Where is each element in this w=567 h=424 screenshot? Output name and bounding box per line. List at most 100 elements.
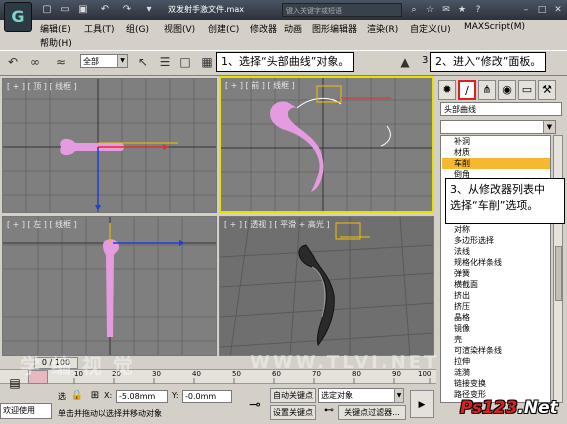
- minimize-icon[interactable]: –: [520, 4, 532, 16]
- chevron-down-icon: ▼: [117, 55, 127, 67]
- modifier-item[interactable]: 规格化样条线: [454, 257, 502, 268]
- key-filter-icon[interactable]: ⊷: [322, 405, 336, 420]
- modifier-item[interactable]: 壳: [454, 334, 462, 345]
- close-icon[interactable]: ✕: [552, 4, 564, 16]
- communication-icon[interactable]: ✉: [440, 4, 452, 16]
- scrollbar-thumb[interactable]: [555, 246, 562, 301]
- menu-customize[interactable]: 自定义(U): [410, 22, 451, 35]
- utilities-tab-icon[interactable]: ⚒: [538, 80, 556, 100]
- selection-filter-value: 全部: [83, 57, 99, 66]
- display-tab-icon[interactable]: ▭: [518, 80, 536, 100]
- absolute-mode-icon[interactable]: ⊞: [88, 390, 102, 404]
- ps123-watermark: Ps123.Net: [460, 398, 558, 418]
- lock-selection-icon[interactable]: 🔒: [70, 390, 84, 404]
- select-object-icon[interactable]: ↖: [134, 53, 152, 71]
- prompt-left: 欢迎使用: [0, 403, 52, 419]
- modifier-item[interactable]: 补洞: [454, 136, 470, 147]
- callout-step-1: 1、选择“头部曲线”对象。: [216, 52, 355, 72]
- menu-maxscript[interactable]: MAXScript(M): [464, 22, 525, 32]
- menu-views[interactable]: 视图(V): [164, 22, 195, 35]
- viewport-perspective-canvas: [220, 217, 433, 355]
- modifier-item[interactable]: 晶格: [454, 312, 470, 323]
- menu-group[interactable]: 组(G): [126, 22, 149, 35]
- y-coordinate-field[interactable]: -0.0mm: [182, 390, 232, 403]
- undo-icon[interactable]: ↶: [98, 3, 112, 16]
- modifier-item[interactable]: 弹簧: [454, 268, 470, 279]
- modifier-list-scrollbar[interactable]: [553, 135, 563, 403]
- callout-step-3-line-1: 3、从修改器列表中: [450, 183, 545, 196]
- key-mode-dropdown[interactable]: 选定对象: [318, 388, 404, 403]
- modifier-item[interactable]: 可渲染样条线: [454, 345, 502, 356]
- set-key-icon[interactable]: ⊸: [244, 394, 266, 416]
- menu-graph-editors[interactable]: 图形编辑器: [312, 22, 357, 35]
- title-bar: ▢ ▭ ▣ ↶ ↷ ▾ 双发射手激文件.max 键入关键字或短语 ⌕ ☆ ✉ ★…: [0, 0, 567, 20]
- playback-controls-icon[interactable]: ▶: [410, 390, 434, 418]
- search-input[interactable]: 键入关键字或短语: [282, 3, 402, 17]
- y-label: Y:: [172, 391, 179, 400]
- tick-label: 40: [192, 370, 201, 378]
- search-icon[interactable]: ⌕: [408, 4, 420, 16]
- menu-animation[interactable]: 动画: [284, 22, 302, 35]
- viewport-top-label[interactable]: [ + ] [ 顶 ] [ 线框 ]: [7, 81, 77, 92]
- favorites-icon[interactable]: ★: [456, 4, 468, 16]
- maximize-icon[interactable]: □: [536, 4, 548, 16]
- selection-filter-dropdown[interactable]: 全部 ▼: [80, 54, 128, 68]
- undo-toolbar-icon[interactable]: ↶: [4, 53, 22, 71]
- help-icon[interactable]: ?: [472, 4, 484, 16]
- viewport-front-label[interactable]: [ + ] [ 前 ] [ 线框 ]: [225, 80, 295, 91]
- viewport-front[interactable]: [ + ] [ 前 ] [ 线框 ]: [219, 76, 434, 213]
- subscription-icon[interactable]: ☆: [424, 4, 436, 16]
- menu-rendering[interactable]: 渲染(R): [367, 22, 398, 35]
- menu-edit[interactable]: 编辑(E): [40, 22, 71, 35]
- modifier-list-dropdown[interactable]: ▼: [440, 120, 556, 134]
- modifier-item[interactable]: 镜像: [454, 323, 470, 334]
- menu-create[interactable]: 创建(C): [208, 22, 239, 35]
- modify-tab-icon[interactable]: ∕: [458, 80, 476, 100]
- create-tab-icon[interactable]: ✹: [438, 80, 456, 100]
- view-number: 3: [422, 55, 429, 66]
- open-file-icon[interactable]: ▭: [58, 3, 72, 16]
- viewport-left-label[interactable]: [ + ] [ 左 ] [ 线框 ]: [7, 219, 77, 230]
- viewport-top[interactable]: [ + ] [ 顶 ] [ 线框 ]: [2, 78, 217, 213]
- menu-help[interactable]: 帮助(H): [40, 36, 72, 49]
- project-icon[interactable]: ▾: [142, 3, 156, 16]
- viewport-left[interactable]: [ + ] [ 左 ] [ 线框 ]: [2, 216, 217, 356]
- new-file-icon[interactable]: ▢: [40, 3, 54, 16]
- modifier-item[interactable]: 多边形选择: [454, 235, 494, 246]
- motion-tab-icon[interactable]: ◉: [498, 80, 516, 100]
- modifier-item[interactable]: 链接变换: [454, 378, 486, 389]
- render-setup-icon[interactable]: ▲: [396, 53, 414, 71]
- modifier-item-lathe[interactable]: 车削: [442, 158, 550, 169]
- menu-tools[interactable]: 工具(T): [84, 22, 115, 35]
- viewport-perspective-label[interactable]: [ + ] [ 透视 ] [ 平滑 + 高光 ]: [224, 219, 330, 230]
- app-logo-icon[interactable]: G: [4, 2, 32, 32]
- selection-region-icon[interactable]: □: [176, 53, 194, 71]
- bind-space-warp-icon[interactable]: ≈: [52, 53, 70, 71]
- viewport-front-canvas: [221, 78, 432, 211]
- modifier-item[interactable]: 对称: [454, 224, 470, 235]
- select-link-icon[interactable]: ∞: [26, 53, 44, 71]
- tick-label: 30: [152, 370, 161, 378]
- modifier-item[interactable]: 挤出: [454, 290, 470, 301]
- window-crossing-icon[interactable]: ▦: [198, 53, 216, 71]
- modifier-item[interactable]: 材质: [454, 147, 470, 158]
- callout-step-2: 2、进入“修改”面板。: [430, 52, 547, 72]
- menu-modifiers[interactable]: 修改器: [250, 22, 277, 35]
- modifier-item[interactable]: 法线: [454, 246, 470, 257]
- modifier-item[interactable]: 拉伸: [454, 356, 470, 367]
- redo-icon[interactable]: ↷: [120, 3, 134, 16]
- modifier-item[interactable]: 涟漪: [454, 367, 470, 378]
- modifier-item[interactable]: 横截面: [454, 279, 478, 290]
- viewport-perspective[interactable]: [ + ] [ 透视 ] [ 平滑 + 高光 ]: [219, 216, 434, 356]
- hierarchy-tab-icon[interactable]: ⋔: [478, 80, 496, 100]
- key-filters-button[interactable]: 关键点过滤器...: [338, 405, 406, 420]
- x-coordinate-field[interactable]: -5.08mm: [116, 390, 168, 403]
- save-icon[interactable]: ▣: [76, 3, 90, 16]
- modifier-item[interactable]: 挤压: [454, 301, 470, 312]
- auto-key-button[interactable]: 自动关键点: [270, 388, 316, 403]
- set-key-button[interactable]: 设置关键点: [270, 405, 316, 420]
- selected-label: 选: [58, 392, 66, 401]
- chevron-down-icon[interactable]: ▼: [394, 388, 404, 403]
- select-by-name-icon[interactable]: ☰: [156, 53, 174, 71]
- object-name-field[interactable]: 头部曲线: [440, 102, 562, 116]
